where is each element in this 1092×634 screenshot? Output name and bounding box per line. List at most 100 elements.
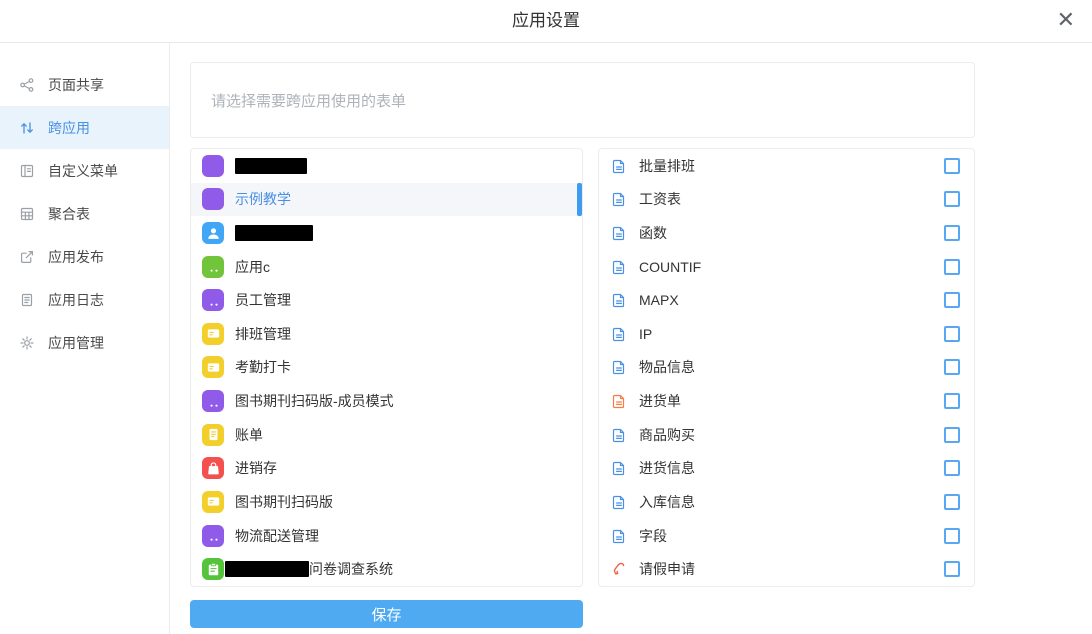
form-checkbox[interactable] (944, 326, 960, 342)
form-name: 请假申请 (639, 559, 695, 579)
form-checkbox[interactable] (944, 225, 960, 241)
sidebar-item-label: 自定义菜单 (48, 161, 118, 181)
form-row[interactable]: 函数 (599, 216, 974, 250)
sidebar-item-2[interactable]: 自定义菜单 (0, 149, 169, 192)
cart-icon (202, 289, 224, 311)
sidebar-item-5[interactable]: 应用日志 (0, 278, 169, 321)
redacted-text (235, 225, 313, 241)
gear-icon (19, 335, 35, 351)
form-name: 函数 (639, 223, 667, 243)
sidebar-item-3[interactable]: 聚合表 (0, 192, 169, 235)
doc-icon (611, 225, 627, 241)
app-name: 账单 (235, 425, 263, 445)
dialog-header: 应用设置 ✕ (0, 0, 1092, 43)
form-checkbox[interactable] (944, 158, 960, 174)
form-row[interactable]: 字段 (599, 519, 974, 553)
form-checkbox[interactable] (944, 393, 960, 409)
sidebar-item-4[interactable]: 应用发布 (0, 235, 169, 278)
form-select-input[interactable]: 请选择需要跨应用使用的表单 (190, 62, 975, 138)
app-row[interactable]: 进销存 (191, 451, 582, 485)
form-row[interactable]: IP (599, 317, 974, 351)
app-row[interactable]: 员工管理 (191, 283, 582, 317)
app-row[interactable]: 账单 (191, 418, 582, 452)
app-row[interactable]: 物流配送管理 (191, 519, 582, 553)
form-checkbox[interactable] (944, 359, 960, 375)
sidebar-item-label: 应用管理 (48, 333, 104, 353)
doc-icon (611, 259, 627, 275)
form-name: 字段 (639, 526, 667, 546)
sidebar-item-label: 跨应用 (48, 118, 90, 138)
form-name: 商品购买 (639, 425, 695, 445)
app-name: 示例教学 (235, 189, 291, 209)
app-row[interactable] (191, 149, 582, 183)
app-name: 员工管理 (235, 290, 291, 310)
form-name: MAPX (639, 292, 679, 308)
form-checkbox[interactable] (944, 191, 960, 207)
close-icon[interactable]: ✕ (1057, 8, 1075, 32)
form-checkbox[interactable] (944, 427, 960, 443)
form-checkbox[interactable] (944, 460, 960, 476)
form-list: 批量排班工资表函数 COUNTIF MAPX IP物品信息进货单商品购买进货信息入库信… (598, 148, 975, 587)
doc-icon (611, 460, 627, 476)
app-row[interactable]: 图书期刊扫码版-成员模式 (191, 384, 582, 418)
page-title: 应用设置 (0, 0, 1092, 42)
app-row[interactable] (191, 216, 582, 250)
form-checkbox[interactable] (944, 528, 960, 544)
form-name: COUNTIF (639, 259, 701, 275)
form-checkbox[interactable] (944, 494, 960, 510)
cart-icon (202, 525, 224, 547)
app-name: 图书期刊扫码版 (235, 492, 333, 512)
form-name: 工资表 (639, 189, 681, 209)
form-checkbox[interactable] (944, 292, 960, 308)
form-row[interactable]: 入库信息 (599, 485, 974, 519)
doc-icon (611, 528, 627, 544)
doc-icon (611, 326, 627, 342)
form-select-placeholder: 请选择需要跨应用使用的表单 (211, 90, 406, 111)
app-name: 考勤打卡 (235, 357, 291, 377)
save-button[interactable]: 保存 (190, 600, 583, 628)
form-row[interactable]: 批量排班 (599, 149, 974, 183)
chart-icon (202, 188, 224, 210)
form-row[interactable]: 进货单 (599, 384, 974, 418)
sidebar-item-6[interactable]: 应用管理 (0, 321, 169, 364)
form-row[interactable]: 商品购买 (599, 418, 974, 452)
settings-sidebar: 页面共享跨应用自定义菜单聚合表应用发布应用日志应用管理 (0, 43, 170, 634)
doc-icon (611, 292, 627, 308)
app-name: 排班管理 (235, 324, 291, 344)
form-name: 批量排班 (639, 156, 695, 176)
app-row[interactable]: 考勤打卡 (191, 351, 582, 385)
form-row[interactable]: COUNTIF (599, 250, 974, 284)
app-row[interactable]: 问卷调查系统 (191, 552, 582, 586)
form-row[interactable]: 请假申请 (599, 552, 974, 586)
app-list: 示例教学应用c 员工管理排班管理考勤打卡图书期刊扫码版-成员模式账单进销存图书期刊… (190, 148, 583, 587)
app-row[interactable]: 应用c (191, 250, 582, 284)
doc-icon (611, 494, 627, 510)
log-icon (19, 292, 35, 308)
app-row[interactable]: 图书期刊扫码版 (191, 485, 582, 519)
sidebar-item-label: 聚合表 (48, 204, 90, 224)
sidebar-item-0[interactable]: 页面共享 (0, 63, 169, 106)
card-icon (202, 356, 224, 378)
app-name: 物流配送管理 (235, 526, 319, 546)
menu-icon (19, 163, 35, 179)
table-icon (19, 206, 35, 222)
form-row[interactable]: 进货信息 (599, 451, 974, 485)
sidebar-item-1[interactable]: 跨应用 (0, 106, 169, 149)
form-checkbox[interactable] (944, 561, 960, 577)
doc-icon (611, 359, 627, 375)
clipboard-icon (202, 558, 224, 580)
form-name: 入库信息 (639, 492, 695, 512)
doc-icon (611, 393, 627, 409)
form-name: 进货单 (639, 391, 681, 411)
card-icon (202, 491, 224, 513)
app-row[interactable]: 示例教学 (191, 183, 582, 217)
redacted-text (235, 158, 307, 174)
app-name (235, 225, 313, 241)
card-icon (202, 323, 224, 345)
form-checkbox[interactable] (944, 259, 960, 275)
app-row[interactable]: 排班管理 (191, 317, 582, 351)
form-row[interactable]: 物品信息 (599, 351, 974, 385)
sidebar-item-label: 应用发布 (48, 247, 104, 267)
form-row[interactable]: MAPX (599, 283, 974, 317)
form-row[interactable]: 工资表 (599, 183, 974, 217)
